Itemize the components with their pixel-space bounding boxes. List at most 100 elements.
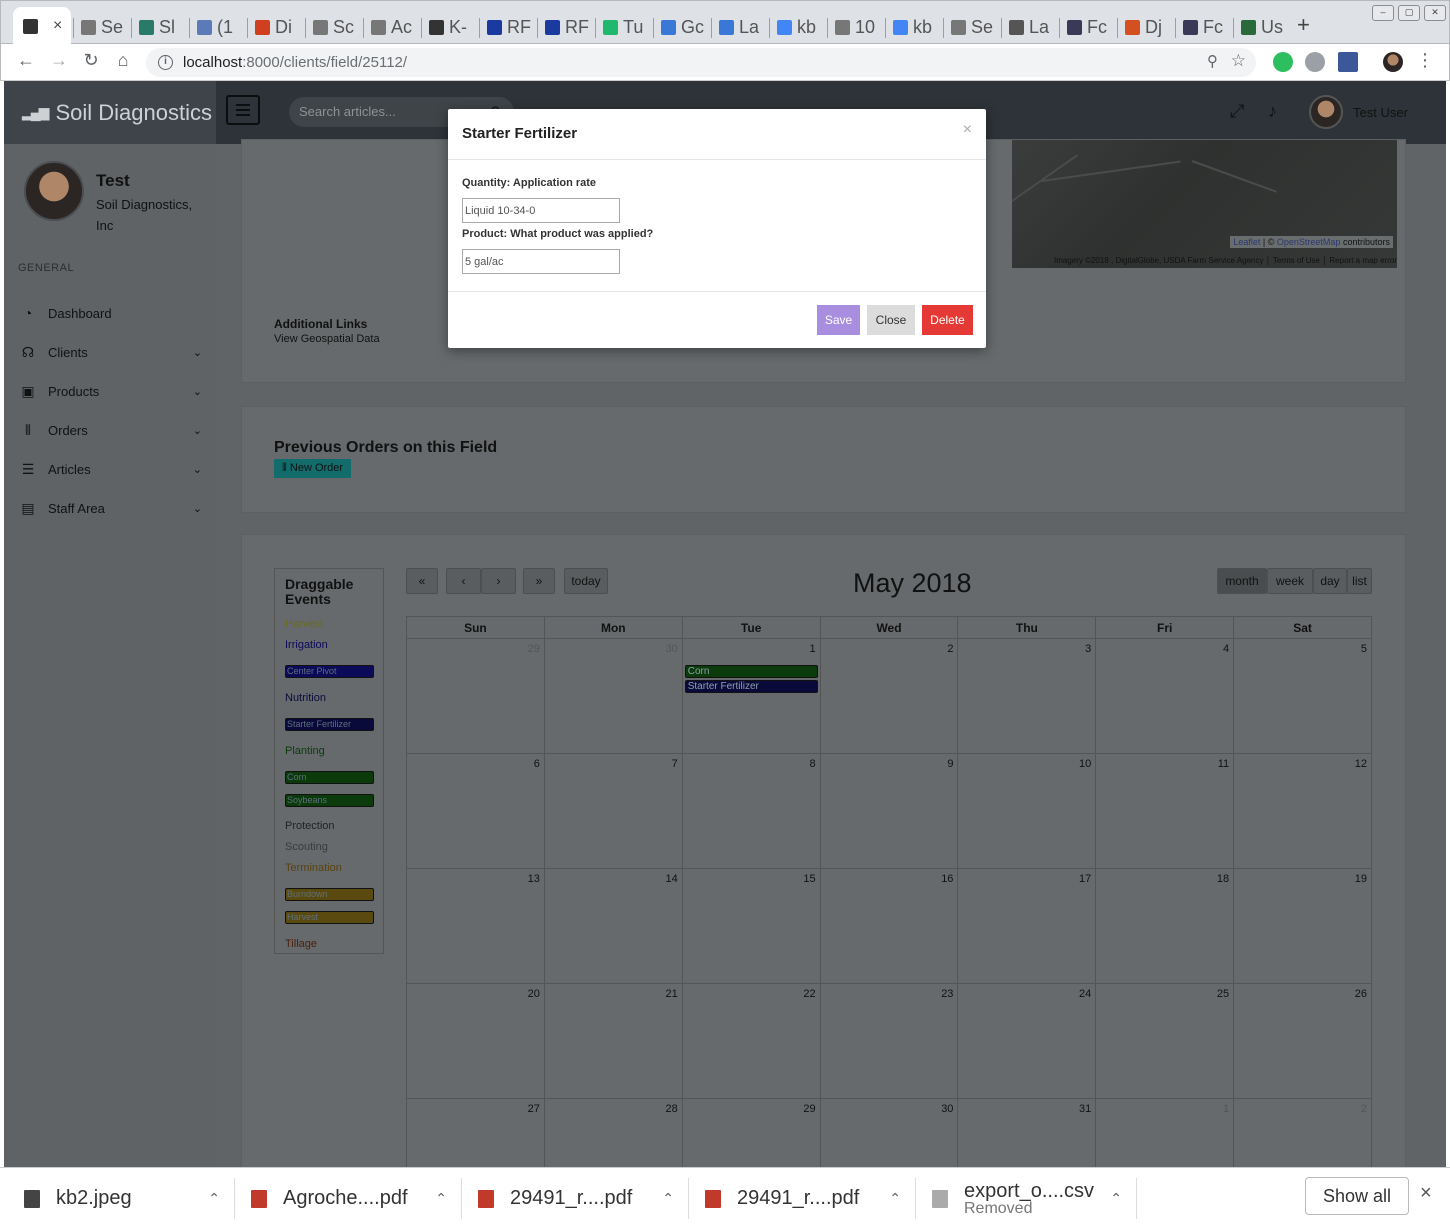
save-button[interactable]: Save — [817, 305, 860, 335]
bookmark-star-icon[interactable]: ☆ — [1231, 51, 1246, 71]
adblock-plus-extension-icon[interactable] — [1305, 52, 1325, 72]
close-download-bar-icon[interactable]: × — [1420, 1182, 1432, 1205]
modal-close-icon[interactable]: × — [963, 121, 972, 139]
more-menu-icon[interactable]: ⋮ — [1414, 50, 1436, 71]
minimize-window-icon[interactable]: – — [1372, 5, 1394, 21]
download-separator — [1136, 1178, 1137, 1219]
browser-tab[interactable]: kb — [771, 10, 829, 44]
download-filename: kb2.jpeg — [56, 1187, 132, 1209]
download-filename: Agroche....pdf — [283, 1187, 408, 1209]
tab-label: RF — [565, 16, 589, 37]
tab-favicon-icon — [371, 19, 386, 35]
tab-separator — [305, 18, 306, 38]
browser-tab[interactable]: RF — [481, 10, 539, 44]
tab-separator — [1001, 18, 1002, 38]
quantity-field[interactable] — [462, 198, 620, 223]
download-item[interactable]: kb2.jpeg ⌃ — [24, 1168, 220, 1228]
browser-tab[interactable]: La — [713, 10, 771, 44]
download-separator — [688, 1178, 689, 1219]
tab-favicon-icon — [139, 19, 154, 35]
calendar-extension-icon[interactable] — [1338, 52, 1358, 72]
chevron-up-icon[interactable]: ⌃ — [208, 1190, 220, 1207]
profile-avatar[interactable] — [1383, 52, 1403, 72]
download-item[interactable]: 29491_r....pdf ⌃ — [478, 1168, 674, 1228]
download-info: Agroche....pdf — [283, 1187, 408, 1210]
browser-tab[interactable]: La — [1003, 10, 1061, 44]
tab-label: Fc — [1203, 16, 1223, 37]
reload-icon[interactable]: ↻ — [80, 50, 102, 71]
zoom-icon[interactable]: ⚲ — [1207, 52, 1218, 70]
browser-tab[interactable]: Dj — [1119, 10, 1177, 44]
download-item[interactable]: 29491_r....pdf ⌃ — [705, 1168, 901, 1228]
browser-tab[interactable]: Se — [75, 10, 133, 44]
close-window-icon[interactable]: ✕ — [1424, 5, 1446, 21]
home-icon[interactable]: ⌂ — [112, 50, 134, 71]
close-button[interactable]: Close — [867, 305, 915, 335]
tab-favicon-icon — [835, 19, 850, 35]
chevron-up-icon[interactable]: ⌃ — [662, 1190, 674, 1207]
tab-separator — [479, 18, 480, 38]
evernote-extension-icon[interactable] — [1273, 52, 1293, 72]
chevron-up-icon[interactable]: ⌃ — [435, 1190, 447, 1207]
download-separator — [234, 1178, 235, 1219]
new-tab-button[interactable]: + — [1297, 12, 1310, 38]
quantity-label: Quantity: Application rate — [462, 177, 597, 189]
tab-separator — [131, 18, 132, 38]
tab-favicon-icon — [545, 19, 560, 35]
chevron-up-icon[interactable]: ⌃ — [889, 1190, 901, 1207]
maximize-window-icon[interactable]: ▢ — [1398, 5, 1420, 21]
tab-label: 10 — [855, 16, 876, 37]
tab-separator — [711, 18, 712, 38]
product-field[interactable] — [462, 249, 620, 274]
url-host: localhost — [183, 54, 243, 71]
tab-separator — [1175, 18, 1176, 38]
site-info-icon[interactable]: i — [158, 55, 173, 70]
tab-separator — [943, 18, 944, 38]
browser-tab[interactable]: (1 — [191, 10, 249, 44]
tab-favicon-icon — [1125, 19, 1140, 35]
event-edit-modal: Starter Fertilizer × Quantity: Applicati… — [448, 109, 986, 348]
download-info: 29491_r....pdf — [737, 1187, 859, 1210]
url-input[interactable]: i localhost:8000/clients/field/25112/ ⚲ … — [146, 48, 1256, 77]
browser-tab[interactable]: Fc — [1061, 10, 1119, 44]
tab-label: La — [739, 16, 760, 37]
browser-tab[interactable]: Gc — [655, 10, 713, 44]
download-item[interactable]: export_o....csv Removed ⌃ — [932, 1168, 1122, 1228]
tab-separator — [769, 18, 770, 38]
browser-tab[interactable]: Se — [945, 10, 1003, 44]
browser-tab[interactable]: Sc — [307, 10, 365, 44]
tab-favicon-icon — [255, 19, 270, 35]
browser-tab[interactable]: Di — [249, 10, 307, 44]
tab-favicon-icon — [719, 19, 734, 35]
delete-button[interactable]: Delete — [922, 305, 973, 335]
tab-favicon-icon — [777, 19, 792, 35]
browser-tab[interactable]: 10 — [829, 10, 887, 44]
browser-tab[interactable]: Tu — [597, 10, 655, 44]
modal-header: Starter Fertilizer × — [448, 109, 986, 160]
tab-active[interactable]: × — [13, 7, 71, 45]
modal-body: Quantity: Application rate Product: What… — [462, 160, 972, 274]
tab-separator — [595, 18, 596, 38]
pdf-file-icon — [705, 1189, 721, 1208]
show-all-downloads-button[interactable]: Show all — [1305, 1177, 1409, 1215]
document-file-icon — [932, 1189, 948, 1208]
tab-favicon-icon — [197, 19, 212, 35]
download-filename: 29491_r....pdf — [510, 1187, 633, 1209]
browser-tab[interactable]: Us — [1235, 10, 1293, 44]
browser-tab[interactable]: kb — [887, 10, 945, 44]
browser-tab[interactable]: Fc — [1177, 10, 1235, 44]
modal-title: Starter Fertilizer — [462, 125, 578, 142]
chevron-up-icon[interactable]: ⌃ — [1110, 1190, 1122, 1207]
close-icon[interactable]: × — [53, 17, 62, 35]
tab-label: Dj — [1145, 16, 1162, 37]
tab-label: Tu — [623, 16, 644, 37]
download-item[interactable]: Agroche....pdf ⌃ — [251, 1168, 447, 1228]
browser-tab[interactable]: K- — [423, 10, 481, 44]
browser-tab[interactable]: Ac — [365, 10, 423, 44]
browser-tab[interactable]: RF — [539, 10, 597, 44]
browser-tab[interactable]: Sl — [133, 10, 191, 44]
forward-arrow-icon[interactable]: → — [48, 50, 70, 71]
back-arrow-icon[interactable]: ← — [15, 50, 37, 71]
tab-favicon-icon — [487, 19, 502, 35]
tab-favicon-icon — [1067, 19, 1082, 35]
